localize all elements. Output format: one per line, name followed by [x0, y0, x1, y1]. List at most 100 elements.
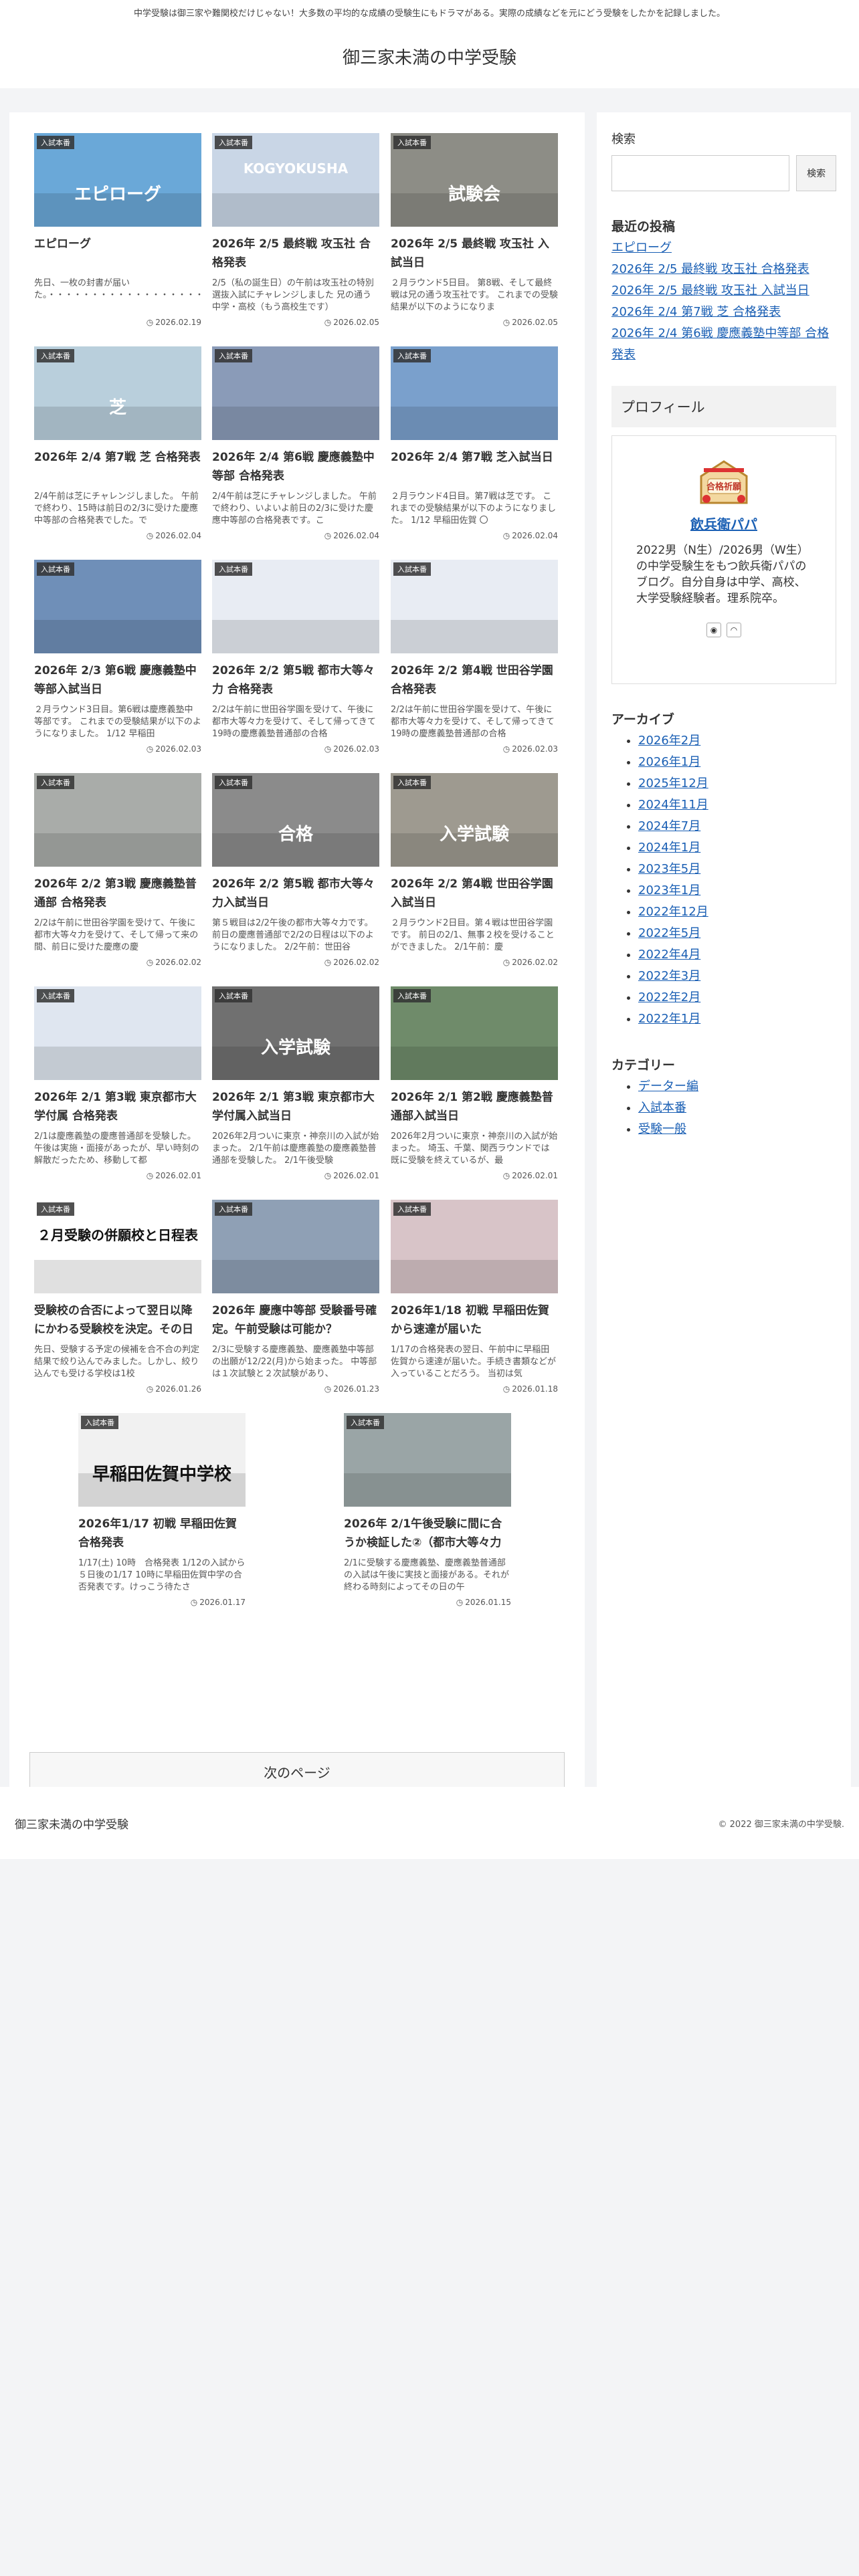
- recent-post-link[interactable]: 2026年 2/4 第6戦 慶應義塾中等部 合格発表: [611, 323, 836, 366]
- post-title[interactable]: エピローグ: [34, 235, 201, 272]
- category-link[interactable]: データー編: [638, 1079, 698, 1093]
- post-card[interactable]: 入試本番 2026年 慶應中等部 受験番号確定。午前受験は可能か？ 2/3に受験する…: [212, 1200, 379, 1400]
- post-title[interactable]: 2026年1/18 初戦 早稲田佐賀から速達が届いた: [391, 1301, 558, 1339]
- post-thumbnail[interactable]: ２月受験の併願校と日程表 入試本番: [34, 1200, 201, 1293]
- post-title[interactable]: 2026年 2/2 第5戦 都市大等々力入試当日: [212, 875, 379, 912]
- archive-link[interactable]: 2024年7月: [638, 819, 700, 833]
- post-thumbnail[interactable]: 入試本番: [391, 560, 558, 653]
- post-thumbnail[interactable]: 入学試験 入試本番: [391, 773, 558, 867]
- post-card[interactable]: 入試本番 2026年 2/1 第3戦 東京都市大学付属 合格発表 2/1は慶應義塾の…: [34, 986, 201, 1187]
- post-card[interactable]: 入学試験 入試本番 2026年 2/1 第3戦 東京都市大学付属入試当日 2026年2…: [212, 986, 379, 1187]
- feedly-icon[interactable]: ◉: [706, 623, 721, 637]
- post-card[interactable]: 入試本番 2026年 2/4 第6戦 慶應義塾中等部 合格発表 2/4午前は芝にチャ…: [212, 346, 379, 547]
- post-thumbnail[interactable]: 試験会 入試本番: [391, 133, 558, 227]
- post-title[interactable]: 2026年 2/2 第3戦 慶應義塾普通部 合格発表: [34, 875, 201, 912]
- profile-name[interactable]: 飲兵衛パパ: [612, 514, 836, 533]
- post-thumbnail[interactable]: 早稲田佐賀中学校 入試本番: [78, 1413, 246, 1507]
- clock-icon: ◷: [324, 318, 332, 327]
- post-card[interactable]: 入試本番 2026年 2/1午後受験に間に合うか検証した②（都市大等々力編） 2/1…: [344, 1413, 511, 1614]
- post-title[interactable]: 2026年 慶應中等部 受験番号確定。午前受験は可能か？: [212, 1301, 379, 1339]
- post-thumbnail[interactable]: 入試本番: [391, 346, 558, 440]
- archive-link[interactable]: 2026年1月: [638, 755, 700, 769]
- post-excerpt: 2/4午前は芝にチャレンジしました。 午前で終わり、15時は前日の2/3に受けた…: [34, 492, 199, 526]
- post-card[interactable]: 合格 入試本番 2026年 2/2 第5戦 都市大等々力入試当日 第５戦目は2/2午後…: [212, 773, 379, 974]
- post-title[interactable]: 2026年 2/5 最終戦 攻玉社 入試当日: [391, 235, 558, 272]
- post-thumbnail[interactable]: 入試本番: [344, 1413, 511, 1507]
- category-link[interactable]: 受験一般: [638, 1122, 686, 1136]
- archive-link[interactable]: 2024年11月: [638, 798, 708, 812]
- recent-post-link[interactable]: エピローグ: [611, 237, 836, 259]
- post-title[interactable]: 受験校の合否によって翌日以降にかわる受験校を決定。その日程表を作成した(2月): [34, 1301, 201, 1339]
- post-card[interactable]: 早稲田佐賀中学校 入試本番 2026年1/17 初戦 早稲田佐賀合格発表 1/17(土…: [78, 1413, 246, 1614]
- site-title[interactable]: 御三家未満の中学受験: [343, 44, 516, 69]
- post-card[interactable]: 入試本番 2026年 2/4 第7戦 芝入試当日 ２月ラウンド4日目。第7戦は芝です…: [391, 346, 558, 547]
- archive-link[interactable]: 2023年5月: [638, 862, 700, 876]
- post-thumbnail[interactable]: 入試本番: [212, 346, 379, 440]
- post-thumbnail[interactable]: 芝 入試本番: [34, 346, 201, 440]
- archive-link[interactable]: 2022年4月: [638, 948, 700, 962]
- post-card[interactable]: 入試本番 2026年 2/1 第2戦 慶應義塾普通部入試当日 2026年2月ついに東…: [391, 986, 558, 1187]
- post-title[interactable]: 2026年 2/5 最終戦 攻玉社 合格発表: [212, 235, 379, 272]
- post-title[interactable]: 2026年 2/1 第3戦 東京都市大学付属入試当日: [212, 1088, 379, 1125]
- category-badge: 入試本番: [37, 136, 74, 149]
- post-card[interactable]: 入試本番 2026年 2/2 第5戦 都市大等々力 合格発表 2/2は午前に世田谷学…: [212, 560, 379, 760]
- post-title[interactable]: 2026年 2/2 第5戦 都市大等々力 合格発表: [212, 661, 379, 699]
- search-button[interactable]: 検索: [796, 155, 836, 191]
- archive-item: 2024年7月: [638, 816, 836, 837]
- footer-site-name[interactable]: 御三家未満の中学受験: [15, 1815, 128, 1832]
- post-thumbnail[interactable]: 入試本番: [34, 986, 201, 1080]
- post-card[interactable]: 試験会 入試本番 2026年 2/5 最終戦 攻玉社 入試当日 ２月ラウンド5日目。 …: [391, 133, 558, 334]
- post-card[interactable]: エピローグ 入試本番 エピローグ 先日、一枚の封書が届いた。・・・・・・・・・・・・・…: [34, 133, 201, 334]
- post-card[interactable]: 入学試験 入試本番 2026年 2/2 第4戦 世田谷学園入試当日 ２月ラウンド2日目…: [391, 773, 558, 974]
- post-thumbnail[interactable]: 入試本番: [391, 1200, 558, 1293]
- post-title[interactable]: 2026年 2/4 第7戦 芝 合格発表: [34, 448, 201, 486]
- archive-link[interactable]: 2026年2月: [638, 734, 700, 748]
- archive-link[interactable]: 2023年1月: [638, 883, 700, 897]
- post-card[interactable]: KOGYOKUSHA 入試本番 2026年 2/5 最終戦 攻玉社 合格発表 2/5（…: [212, 133, 379, 334]
- post-title[interactable]: 2026年 2/1 第2戦 慶應義塾普通部入試当日: [391, 1088, 558, 1125]
- post-title[interactable]: 2026年1/17 初戦 早稲田佐賀合格発表: [78, 1515, 246, 1552]
- post-thumbnail[interactable]: エピローグ 入試本番: [34, 133, 201, 227]
- rss-icon[interactable]: ◠: [727, 623, 741, 637]
- post-card[interactable]: 入試本番 2026年 2/3 第6戦 慶應義塾中等部入試当日 ２月ラウンド3日目。第…: [34, 560, 201, 760]
- post-thumbnail[interactable]: 入試本番: [212, 1200, 379, 1293]
- search-input[interactable]: [611, 155, 790, 191]
- post-thumbnail[interactable]: 入試本番: [34, 560, 201, 653]
- archive-link[interactable]: 2025年12月: [638, 776, 708, 790]
- post-title[interactable]: 2026年 2/1午後受験に間に合うか検証した②（都市大等々力編）: [344, 1515, 511, 1552]
- clock-icon: ◷: [324, 531, 332, 540]
- post-thumbnail[interactable]: KOGYOKUSHA 入試本番: [212, 133, 379, 227]
- post-title[interactable]: 2026年 2/4 第7戦 芝入試当日: [391, 448, 558, 486]
- post-title[interactable]: 2026年 2/1 第3戦 東京都市大学付属 合格発表: [34, 1088, 201, 1125]
- archive-link[interactable]: 2022年5月: [638, 926, 700, 940]
- post-date-value: 2026.02.02: [512, 958, 558, 967]
- category-link[interactable]: 入試本番: [638, 1101, 686, 1115]
- recent-post-link[interactable]: 2026年 2/5 最終戦 攻玉社 入試当日: [611, 280, 836, 302]
- archive-link[interactable]: 2022年2月: [638, 990, 700, 1004]
- post-title[interactable]: 2026年 2/3 第6戦 慶應義塾中等部入試当日: [34, 661, 201, 699]
- archive-link[interactable]: 2022年12月: [638, 905, 708, 919]
- post-thumbnail[interactable]: 入試本番: [391, 986, 558, 1080]
- post-date-value: 2026.01.17: [199, 1598, 246, 1607]
- post-title[interactable]: 2026年 2/2 第4戦 世田谷学園入試当日: [391, 875, 558, 912]
- post-date-value: 2026.02.03: [512, 744, 558, 754]
- post-thumbnail[interactable]: 入試本番: [34, 773, 201, 867]
- clock-icon: ◷: [324, 1171, 332, 1180]
- next-page-button[interactable]: 次のページ: [29, 1752, 565, 1791]
- post-thumbnail[interactable]: 合格 入試本番: [212, 773, 379, 867]
- post-card[interactable]: 入試本番 2026年 2/2 第4戦 世田谷学園 合格発表 2/2は午前に世田谷学園…: [391, 560, 558, 760]
- archive-link[interactable]: 2022年1月: [638, 1012, 700, 1026]
- post-card[interactable]: 入試本番 2026年 2/2 第3戦 慶應義塾普通部 合格発表 2/2は午前に世田谷…: [34, 773, 201, 974]
- post-title[interactable]: 2026年 2/2 第4戦 世田谷学園 合格発表: [391, 661, 558, 699]
- post-card[interactable]: ２月受験の併願校と日程表 入試本番受験校の合否によって翌日以降にかわる受験校を決定…: [34, 1200, 201, 1400]
- post-thumbnail[interactable]: 入学試験 入試本番: [212, 986, 379, 1080]
- category-heading: カテゴリー: [611, 1058, 676, 1073]
- archive-link[interactable]: 2024年1月: [638, 841, 700, 855]
- post-card[interactable]: 入試本番 2026年1/18 初戦 早稲田佐賀から速達が届いた 1/17の合格発表の…: [391, 1200, 558, 1400]
- archive-link[interactable]: 2022年3月: [638, 969, 700, 983]
- post-card[interactable]: 芝 入試本番 2026年 2/4 第7戦 芝 合格発表 2/4午前は芝にチャレンジしま…: [34, 346, 201, 547]
- recent-post-link[interactable]: 2026年 2/4 第7戦 芝 合格発表: [611, 302, 836, 323]
- recent-post-link[interactable]: 2026年 2/5 最終戦 攻玉社 合格発表: [611, 259, 836, 280]
- post-thumbnail[interactable]: 入試本番: [212, 560, 379, 653]
- post-title[interactable]: 2026年 2/4 第6戦 慶應義塾中等部 合格発表: [212, 448, 379, 486]
